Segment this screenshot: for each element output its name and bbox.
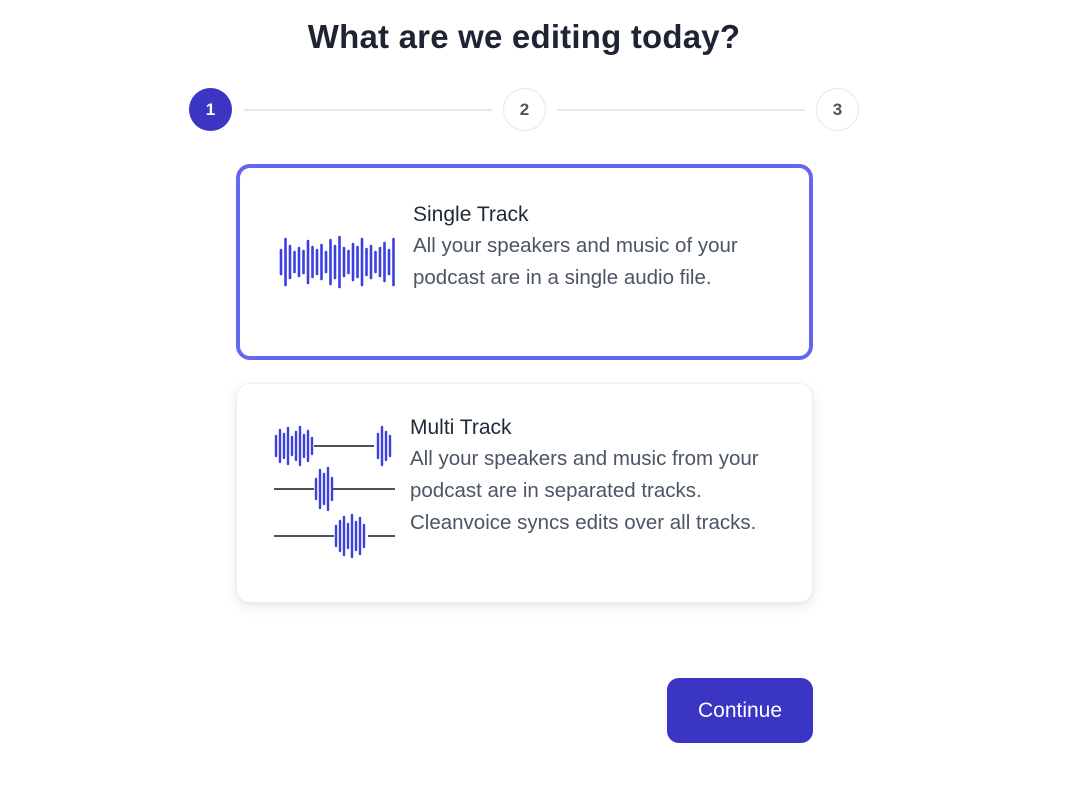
waveform-icon <box>279 235 395 289</box>
option-text: Single Track All your speakers and music… <box>413 200 773 294</box>
step-3[interactable]: 3 <box>816 88 859 131</box>
option-description: All your speakers and music from your po… <box>410 447 759 534</box>
continue-button[interactable]: Continue <box>667 678 813 743</box>
step-connector <box>557 109 805 111</box>
step-2[interactable]: 2 <box>503 88 546 131</box>
multitrack-waveform-icon <box>274 425 395 559</box>
option-title: Single Track <box>413 203 529 226</box>
option-title: Multi Track <box>410 416 512 439</box>
option-description: All your speakers and music of your podc… <box>413 234 738 289</box>
step-connector <box>244 109 492 111</box>
option-text: Multi Track All your speakers and music … <box>410 413 780 539</box>
option-card-multi-track[interactable]: Multi Track All your speakers and music … <box>236 383 813 603</box>
step-1[interactable]: 1 <box>189 88 232 131</box>
page-title: What are we editing today? <box>307 18 741 55</box>
option-card-single-track[interactable]: Single Track All your speakers and music… <box>236 164 813 360</box>
